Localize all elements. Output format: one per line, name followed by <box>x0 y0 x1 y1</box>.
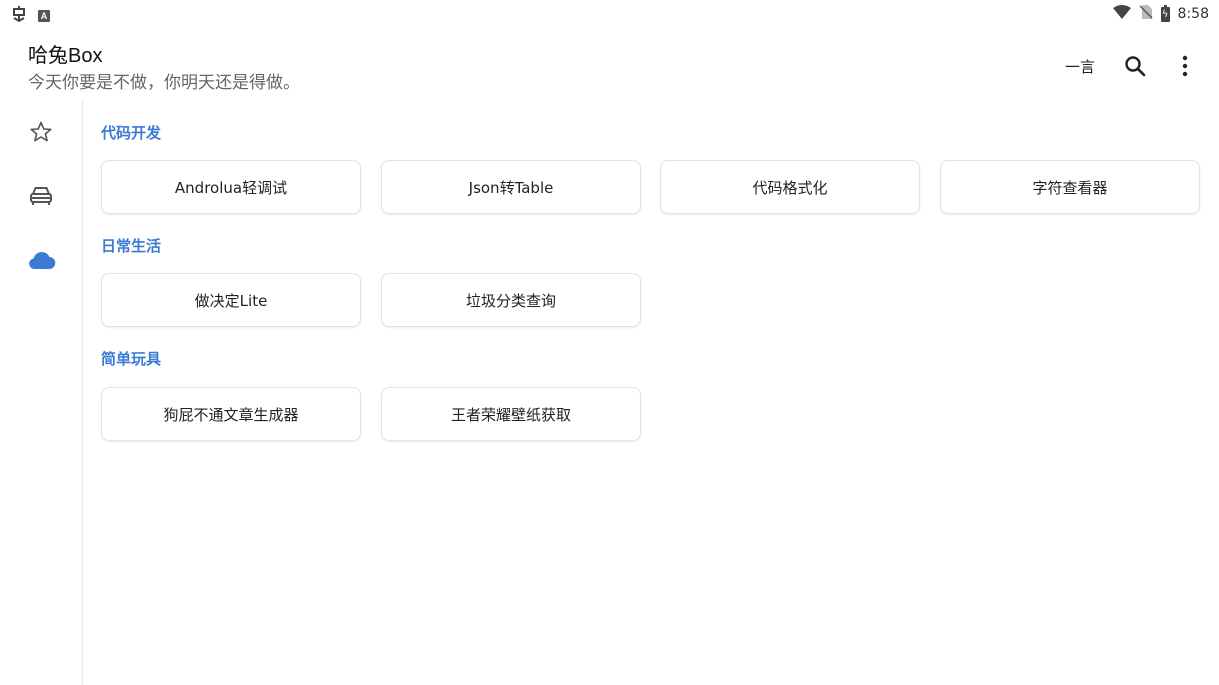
app-bar: 哈兔Box 今天你要是不做，你明天还是得做。 一言 <box>0 30 1219 100</box>
no-sim-icon <box>1139 5 1153 23</box>
more-options-button[interactable] <box>1169 50 1201 82</box>
section-title-daily-life: 日常生活 <box>101 237 162 255</box>
tool-garbage-sort[interactable]: 垃圾分类查询 <box>381 273 641 327</box>
tool-json-to-table[interactable]: Json转Table <box>381 160 641 214</box>
quote-button[interactable]: 一言 <box>1059 52 1101 81</box>
app-bar-actions: 一言 <box>1059 50 1201 82</box>
search-button[interactable] <box>1119 50 1151 82</box>
section-title-simple-toys: 简单玩具 <box>101 350 162 368</box>
status-bar: A ϟ 8:58 <box>0 0 1219 30</box>
search-icon <box>1125 56 1146 77</box>
battery-charging-icon: ϟ <box>1160 4 1170 22</box>
app-title: 哈兔Box <box>28 45 103 67</box>
tool-androlua-debug[interactable]: Androlua轻调试 <box>101 160 361 214</box>
nav-item-favorites[interactable] <box>21 112 61 152</box>
a-badge-icon: A <box>38 10 50 22</box>
tool-decide-lite[interactable]: 做决定Lite <box>101 273 361 327</box>
star-outline-icon <box>30 121 52 142</box>
more-vert-icon <box>1182 55 1188 77</box>
nav-item-cloud[interactable] <box>21 240 61 280</box>
wifi-icon <box>1112 5 1131 23</box>
tool-char-viewer[interactable]: 字符查看器 <box>940 160 1200 214</box>
tool-hok-wallpaper[interactable]: 王者荣耀壁纸获取 <box>381 387 641 441</box>
tool-code-formatter[interactable]: 代码格式化 <box>660 160 920 214</box>
status-time: 8:58 <box>1177 6 1209 22</box>
tool-nonsense-article[interactable]: 狗屁不通文章生成器 <box>101 387 361 441</box>
app-notification-icon <box>10 5 28 27</box>
nav-item-vehicle[interactable] <box>21 176 61 216</box>
section-title-code-dev: 代码开发 <box>101 124 162 142</box>
car-icon <box>30 187 52 205</box>
navigation-rail <box>0 100 83 685</box>
cloud-icon <box>29 252 56 270</box>
app-subtitle: 今天你要是不做，你明天还是得做。 <box>28 73 300 93</box>
